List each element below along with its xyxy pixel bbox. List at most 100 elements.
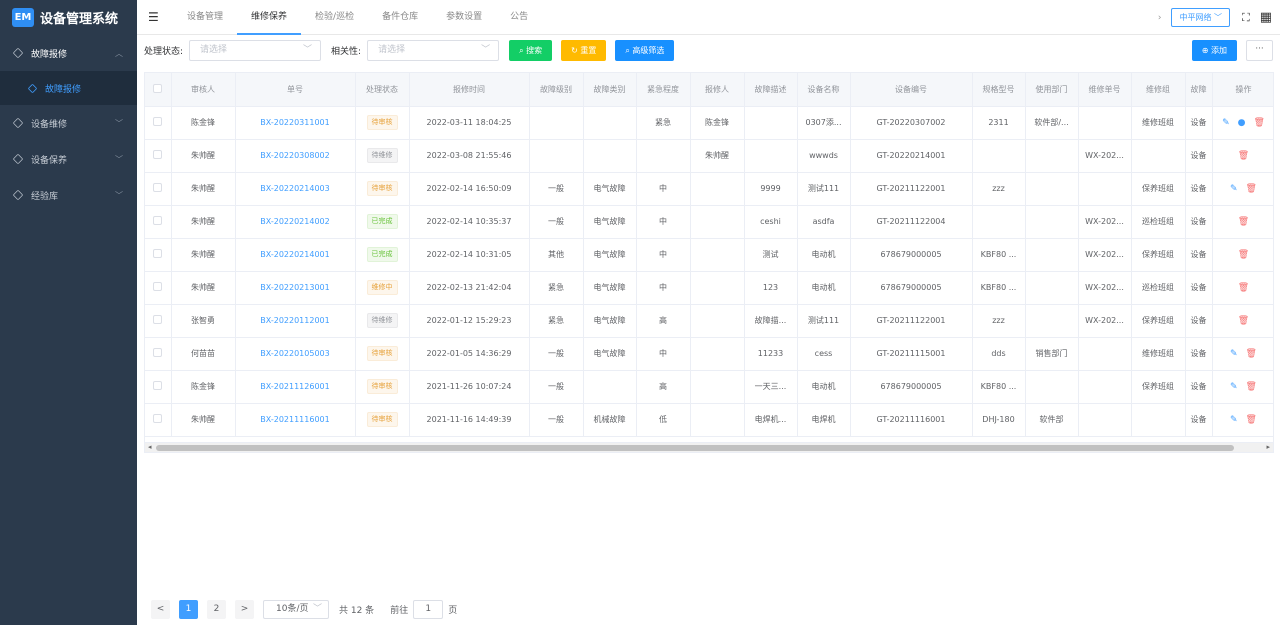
page-size-select[interactable]: 10条/页 ﹀: [263, 600, 329, 619]
order-number-link[interactable]: BX-20220214003: [260, 184, 329, 193]
tab-spare-parts[interactable]: 备件仓库: [368, 0, 432, 35]
order-number-link[interactable]: BX-20211116001: [260, 415, 329, 424]
goto-page-input[interactable]: 1: [413, 600, 444, 619]
scroll-left-icon[interactable]: ◂: [148, 443, 152, 452]
column-header[interactable]: 操作: [1212, 73, 1273, 107]
table-row[interactable]: 朱帅醒 BX-20220308002 待维修 2022-03-08 21:55:46 朱…: [145, 139, 1273, 173]
sidebar-item-fault-report[interactable]: 故障报修 ︿: [0, 35, 137, 71]
edit-icon[interactable]: ✎: [1230, 382, 1238, 392]
page-button-2[interactable]: 2: [207, 600, 226, 619]
sidebar-item-knowledge[interactable]: 经验库 ﹀: [0, 177, 137, 213]
column-header[interactable]: 故障描述: [744, 73, 798, 107]
sidebar-item-repair[interactable]: 设备维修 ﹀: [0, 105, 137, 141]
delete-icon[interactable]: 🗑: [1238, 151, 1249, 161]
repair-no-cell: [1078, 172, 1132, 206]
more-button[interactable]: ···: [1246, 40, 1273, 61]
column-header[interactable]: 设备名称: [797, 73, 851, 107]
column-header[interactable]: 审核人: [171, 73, 236, 107]
tab-inspection[interactable]: 检验/巡检: [301, 0, 368, 35]
column-header[interactable]: 紧急程度: [636, 73, 691, 107]
delete-icon[interactable]: 🗑: [1238, 283, 1249, 293]
tab-parameters[interactable]: 参数设置: [432, 0, 496, 35]
row-checkbox[interactable]: [145, 106, 172, 140]
table-row[interactable]: 朱帅醒 BX-20211116001 待审核 2021-11-16 14:49:39 一…: [145, 403, 1273, 437]
network-select[interactable]: 中平网络 ﹀: [1171, 8, 1230, 27]
delete-icon[interactable]: 🗑: [1246, 349, 1257, 359]
order-number-link[interactable]: BX-20220308002: [260, 151, 329, 160]
fault-cell: 设备: [1185, 304, 1213, 338]
horizontal-scrollbar[interactable]: ◂ ▸: [145, 442, 1273, 452]
table-row[interactable]: 陈金锋 BX-20220311001 待审核 2022-03-11 18:04:25 紧…: [145, 106, 1273, 140]
scrollbar-thumb[interactable]: [156, 445, 1234, 451]
row-checkbox[interactable]: [145, 403, 172, 437]
add-button[interactable]: ⊕ 添加: [1191, 40, 1237, 61]
delete-icon[interactable]: 🗑: [1238, 250, 1249, 260]
sidebar-item-label: 设备保养: [31, 155, 68, 166]
table-row[interactable]: 朱帅醒 BX-20220214002 已完成 2022-02-14 10:35:37 一…: [145, 205, 1273, 239]
advanced-filter-button[interactable]: ⌕ 高级筛选: [615, 39, 675, 61]
row-checkbox[interactable]: [145, 271, 172, 305]
delete-icon[interactable]: 🗑: [1246, 184, 1257, 194]
order-number-link[interactable]: BX-20220112001: [260, 316, 329, 325]
table-row[interactable]: 张智勇 BX-20220112001 待维修 2022-01-12 15:29:23 紧…: [145, 304, 1273, 338]
table-row[interactable]: 陈金锋 BX-20211126001 待审核 2021-11-26 10:07:24 一…: [145, 370, 1273, 404]
row-checkbox[interactable]: [145, 304, 172, 338]
edit-icon[interactable]: ✎: [1230, 415, 1238, 425]
select-all-checkbox[interactable]: [145, 73, 172, 107]
delete-icon[interactable]: 🗑: [1238, 217, 1249, 227]
submenu-item-fault-report[interactable]: 故障报修: [0, 71, 137, 105]
order-number-link[interactable]: BX-20220213001: [260, 283, 329, 292]
menu-toggle-icon[interactable]: ☰: [148, 10, 160, 24]
scroll-right-icon[interactable]: ▸: [1266, 443, 1270, 452]
status-filter-select[interactable]: 请选择 ﹀: [189, 39, 322, 61]
column-header[interactable]: 处理状态: [355, 73, 410, 107]
prev-page-button[interactable]: <: [151, 600, 170, 619]
table-row[interactable]: 朱帅醒 BX-20220214003 待审核 2022-02-14 16:50:09 一…: [145, 172, 1273, 206]
column-header[interactable]: 维修组: [1131, 73, 1186, 107]
column-header[interactable]: 报修时间: [409, 73, 530, 107]
row-checkbox[interactable]: [145, 337, 172, 371]
tab-announcement[interactable]: 公告: [496, 0, 542, 35]
table-row[interactable]: 朱帅醒 BX-20220214001 已完成 2022-02-14 10:31:05 其…: [145, 238, 1273, 272]
row-checkbox[interactable]: [145, 205, 172, 239]
order-number-link[interactable]: BX-20220105003: [260, 349, 329, 358]
edit-icon[interactable]: ✎: [1230, 184, 1238, 194]
user-icon[interactable]: ●: [1238, 118, 1246, 128]
column-header[interactable]: 故障类别: [583, 73, 637, 107]
row-checkbox[interactable]: [145, 370, 172, 404]
page-button-1[interactable]: 1: [179, 600, 198, 619]
chevron-right-icon[interactable]: ›: [1158, 13, 1162, 23]
column-header[interactable]: 报修人: [690, 73, 745, 107]
order-number-link[interactable]: BX-20220214001: [260, 250, 329, 259]
edit-icon[interactable]: ✎: [1222, 118, 1230, 128]
column-header[interactable]: 故障: [1185, 73, 1213, 107]
edit-icon[interactable]: ✎: [1230, 349, 1238, 359]
sidebar-item-maintenance[interactable]: 设备保养 ﹀: [0, 141, 137, 177]
delete-icon[interactable]: 🗑: [1253, 118, 1264, 128]
order-number-link[interactable]: BX-20220311001: [260, 118, 329, 127]
row-checkbox[interactable]: [145, 139, 172, 173]
fullscreen-icon[interactable]: ⛶: [1242, 11, 1250, 25]
row-checkbox[interactable]: [145, 238, 172, 272]
delete-icon[interactable]: 🗑: [1246, 415, 1257, 425]
search-button[interactable]: ⌕ 搜索: [509, 39, 553, 61]
column-header[interactable]: 故障级别: [529, 73, 584, 107]
order-number-link[interactable]: BX-20220214002: [260, 217, 329, 226]
column-header[interactable]: 单号: [235, 73, 356, 107]
delete-icon[interactable]: 🗑: [1246, 382, 1257, 392]
column-header[interactable]: 规格型号: [972, 73, 1026, 107]
tab-repair-maintenance[interactable]: 维修保养: [237, 0, 302, 35]
tab-device-management[interactable]: 设备管理: [173, 0, 237, 35]
reset-button[interactable]: ↻ 重置: [561, 39, 607, 61]
column-header[interactable]: 使用部门: [1025, 73, 1079, 107]
delete-icon[interactable]: 🗑: [1238, 316, 1249, 326]
next-page-button[interactable]: >: [235, 600, 254, 619]
column-header[interactable]: 设备编号: [850, 73, 973, 107]
column-header[interactable]: 维修单号: [1078, 73, 1132, 107]
row-checkbox[interactable]: [145, 172, 172, 206]
grid-icon[interactable]: ▦: [1260, 10, 1272, 25]
relevance-filter-select[interactable]: 请选择 ﹀: [367, 39, 500, 61]
table-row[interactable]: 何苗苗 BX-20220105003 待审核 2022-01-05 14:36:29 一…: [145, 337, 1273, 371]
order-number-link[interactable]: BX-20211126001: [260, 382, 329, 391]
table-row[interactable]: 朱帅醒 BX-20220213001 维修中 2022-02-13 21:42:04 紧…: [145, 271, 1273, 305]
